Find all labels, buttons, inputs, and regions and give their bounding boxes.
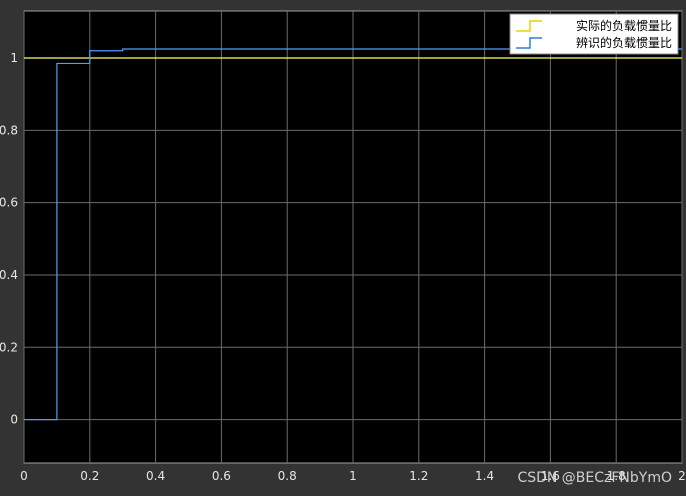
legend-entry-label: 实际的负载惯量比: [576, 18, 672, 33]
y-tick-label: 0.8: [0, 123, 18, 137]
x-tick-label: 0.8: [278, 469, 297, 483]
x-tick-label: 1.2: [409, 469, 428, 483]
x-tick-label: 0: [20, 469, 28, 483]
x-tick-label: 0.6: [212, 469, 231, 483]
x-tick-label: 0.4: [146, 469, 165, 483]
x-tick-label: 1: [349, 469, 357, 483]
legend-entry-label: 辨识的负载惯量比: [576, 35, 672, 50]
y-tick-label: 0: [10, 413, 18, 427]
y-tick-label: 1: [10, 51, 18, 65]
y-tick-label: 0.2: [0, 340, 18, 354]
x-tick-label: 2: [678, 469, 686, 483]
x-tick-label: 0.2: [80, 469, 99, 483]
chart-figure: 0 0.2 0.4 0.6 0.8 1 1.2 1.4 1.6 1.8 2 0 0.2 0.4 0.6 0.8…: [0, 0, 686, 492]
legend: 实际的负载惯量比辨识的负载惯量比: [509, 13, 679, 55]
y-tick-label: 0.4: [0, 268, 18, 282]
y-tick-label: 0.6: [0, 196, 18, 210]
line-chart: 0 0.2 0.4 0.6 0.8 1 1.2 1.4 1.6 1.8 200.20.40.60.8…: [0, 10, 686, 486]
x-tick-label: 1.4: [475, 469, 494, 483]
watermark-text: CSDN @BECzFNbYmO: [517, 470, 672, 486]
